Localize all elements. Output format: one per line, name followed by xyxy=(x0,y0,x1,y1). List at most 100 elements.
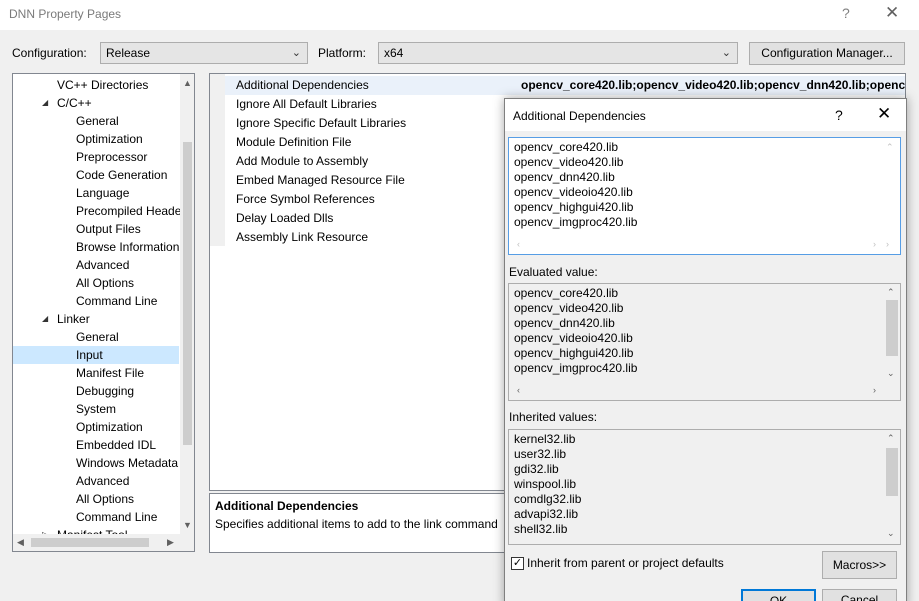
tree-item-label: Output Files xyxy=(76,222,141,236)
inherited-scroll-thumb[interactable] xyxy=(886,448,898,496)
collapse-triangle-icon[interactable]: ◢ xyxy=(42,310,48,328)
scroll-right-icon[interactable]: › xyxy=(873,385,876,395)
list-item: opencv_core420.lib xyxy=(514,140,619,154)
list-item: opencv_video420.lib xyxy=(514,301,624,315)
cancel-button[interactable]: Cancel xyxy=(822,589,897,601)
evaluated-value-box[interactable]: opencv_core420.lib opencv_video420.libope… xyxy=(508,283,901,401)
inherited-vertical-scrollbar[interactable]: ⌃ ⌄ xyxy=(884,430,900,544)
macros-button[interactable]: Macros>> xyxy=(822,551,897,579)
collapse-triangle-icon[interactable]: ◢ xyxy=(42,94,48,112)
tree-item[interactable]: Debugging xyxy=(13,382,179,400)
tree-item[interactable]: Preprocessor xyxy=(13,148,179,166)
scroll-left-icon[interactable]: ◀ xyxy=(17,537,24,548)
scroll-right-icon[interactable]: ▶ xyxy=(167,537,174,548)
platform-select[interactable]: x64 ⌄ xyxy=(378,42,738,64)
tree-horizontal-scrollbar[interactable]: ◀ ▶ xyxy=(13,534,194,551)
list-item: opencv_core420.lib xyxy=(514,286,619,300)
inherit-checkbox-label[interactable]: Inherit from parent or project defaults xyxy=(527,556,724,570)
tree-item[interactable]: All Options xyxy=(13,490,179,508)
platform-value: x64 xyxy=(384,46,404,60)
tree-item[interactable]: Manifest File xyxy=(13,364,179,382)
tree-item[interactable]: Embedded IDL xyxy=(13,436,179,454)
checkmark-icon: ✓ xyxy=(512,557,523,569)
tree-item[interactable]: General xyxy=(13,112,179,130)
tree-item[interactable]: Command Line xyxy=(13,508,179,526)
tree-item[interactable]: Advanced xyxy=(13,256,179,274)
tree-item[interactable]: Optimization xyxy=(13,418,179,436)
tree-item-label: Windows Metadata xyxy=(76,456,179,470)
scroll-down-icon[interactable]: ▼ xyxy=(183,520,192,530)
property-name: Force Symbol References xyxy=(236,192,375,206)
list-item: opencv_highgui420.lib xyxy=(514,200,634,214)
tree-item[interactable]: ◢ C/C++ xyxy=(13,94,179,112)
tree-item[interactable]: ◢ Linker xyxy=(13,310,179,328)
tree-item-label: Precompiled Heade xyxy=(76,204,182,218)
close-icon[interactable]: ✕ xyxy=(877,104,891,124)
evaluated-scroll-thumb[interactable] xyxy=(886,300,898,356)
tree-item[interactable]: Code Generation xyxy=(13,166,179,184)
scroll-right-icon[interactable]: › xyxy=(886,239,889,249)
help-icon[interactable]: ? xyxy=(842,5,850,21)
property-name: Embed Managed Resource File xyxy=(236,173,405,187)
scroll-left-icon[interactable]: ‹ xyxy=(517,239,520,249)
tree-item[interactable]: Windows Metadata xyxy=(13,454,179,472)
tree-item[interactable]: Input xyxy=(13,346,179,364)
property-name: Assembly Link Resource xyxy=(236,230,369,244)
tree-hscroll-thumb[interactable] xyxy=(31,538,149,547)
close-icon[interactable]: ✕ xyxy=(885,3,899,23)
inherit-checkbox[interactable]: ✓ xyxy=(511,557,524,570)
scroll-up-icon[interactable]: ⌃ xyxy=(887,287,895,298)
list-item: kernel32.lib xyxy=(514,432,576,446)
platform-label: Platform: xyxy=(318,46,367,60)
list-item: opencv_video420.lib xyxy=(514,155,624,169)
dependencies-edit-box[interactable]: opencv_core420.lib opencv_video420.libope… xyxy=(508,137,901,255)
tree-item[interactable]: Optimization xyxy=(13,130,179,148)
tree-item-label: Advanced xyxy=(76,258,130,272)
tree-item-label: Linker xyxy=(57,312,90,326)
scroll-down-icon[interactable]: ⌄ xyxy=(887,368,895,379)
configuration-select[interactable]: Release ⌄ xyxy=(100,42,308,64)
tree-item[interactable]: Output Files xyxy=(13,220,179,238)
tree-item-label: Command Line xyxy=(76,294,158,308)
tree-item[interactable]: System xyxy=(13,400,179,418)
tree-item[interactable]: Language xyxy=(13,184,179,202)
tree-vertical-scrollbar[interactable]: ▲ ▼ xyxy=(180,74,194,534)
tree-item[interactable]: Advanced xyxy=(13,472,179,490)
property-tree: VC++ Directories ◢ C/C++ General Optimizatio… xyxy=(12,73,195,552)
tree-item-label: All Options xyxy=(76,492,135,506)
tree-item[interactable]: Precompiled Heade xyxy=(13,202,182,220)
scroll-up-icon[interactable]: ⌃ xyxy=(887,433,895,444)
list-item: opencv_videoio420.lib xyxy=(514,185,633,199)
tree-item[interactable]: General xyxy=(13,328,179,346)
help-icon[interactable]: ? xyxy=(835,107,843,123)
tree-item-label: Optimization xyxy=(76,132,143,146)
list-item: winspool.lib xyxy=(514,477,577,491)
configuration-value: Release xyxy=(106,46,151,60)
tree-item-label: Manifest File xyxy=(76,366,145,380)
evaluated-vertical-scrollbar[interactable]: ⌃ ⌄ xyxy=(884,284,900,384)
ok-button[interactable]: OK xyxy=(741,589,816,601)
property-name: Ignore Specific Default Libraries xyxy=(236,116,407,130)
scroll-left-icon[interactable]: ‹ xyxy=(517,385,520,395)
scroll-up-icon[interactable]: ⌃ xyxy=(886,142,894,153)
scroll-up-icon[interactable]: ▲ xyxy=(183,78,192,88)
list-item: user32.lib xyxy=(514,447,567,461)
scroll-down-icon[interactable]: ⌄ xyxy=(887,528,895,539)
property-value[interactable]: opencv_core420.lib;opencv_video420.lib;o… xyxy=(521,76,905,95)
property-row[interactable]: Additional Dependencies opencv_core420.li… xyxy=(225,76,905,95)
tree-item-label: System xyxy=(76,402,117,416)
tree-item-label: Code Generation xyxy=(76,168,168,182)
tree-item[interactable]: VC++ Directories xyxy=(13,76,179,94)
list-item: opencv_highgui420.lib xyxy=(514,346,634,360)
tree-item-label: VC++ Directories xyxy=(57,78,149,92)
tree-item[interactable]: Browse Information xyxy=(13,238,179,256)
tree-item[interactable]: All Options xyxy=(13,274,179,292)
tree-scroll-thumb[interactable] xyxy=(183,142,192,445)
scroll-right-icon[interactable]: › xyxy=(873,239,876,249)
tree-item[interactable]: Command Line xyxy=(13,292,179,310)
evaluated-value-label: Evaluated value: xyxy=(509,265,598,279)
inherited-values-box[interactable]: kernel32.lib user32.lib gdi32.lib winspool.… xyxy=(508,429,901,545)
list-item: advapi32.lib xyxy=(514,507,579,521)
list-item: shell32.lib xyxy=(514,522,568,536)
configuration-manager-button[interactable]: Configuration Manager... xyxy=(749,42,905,65)
